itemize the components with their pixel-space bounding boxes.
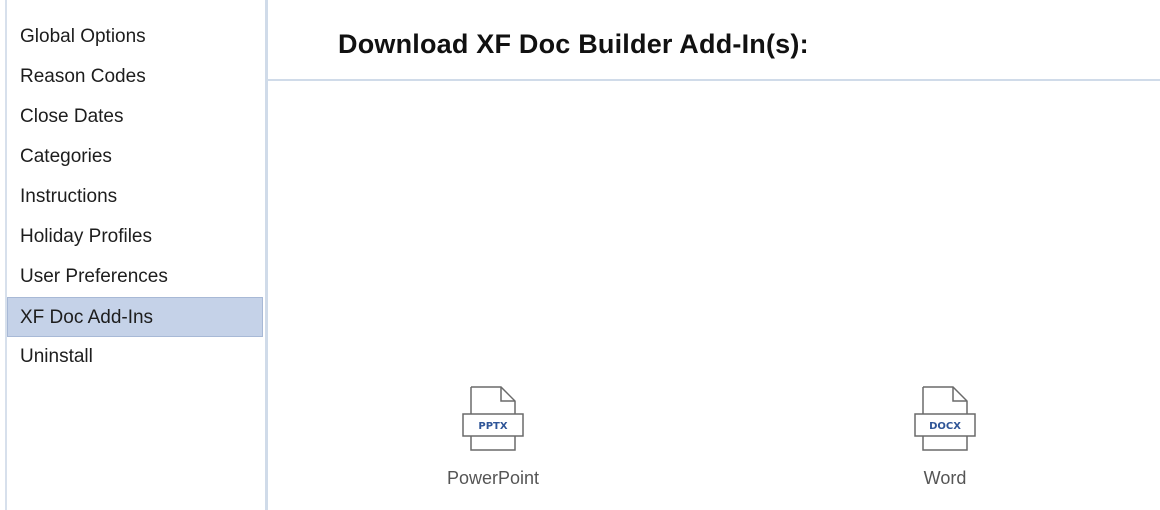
- sidebar-item-close-dates[interactable]: Close Dates: [7, 97, 263, 137]
- panel-divider: [265, 0, 268, 510]
- sidebar-item-user-preferences[interactable]: User Preferences: [7, 257, 263, 297]
- pptx-file-icon[interactable]: PPTX: [457, 384, 529, 456]
- sidebar-item-categories[interactable]: Categories: [7, 137, 263, 177]
- sidebar-item-reason-codes[interactable]: Reason Codes: [7, 57, 263, 97]
- docx-file-icon[interactable]: DOCX: [909, 384, 981, 456]
- header-divider: [268, 79, 1160, 81]
- settings-sidebar: Global Options Reason Codes Close Dates …: [7, 17, 263, 377]
- powerpoint-addin-download[interactable]: PPTX PowerPoint: [413, 384, 573, 489]
- page-title: Download XF Doc Builder Add-In(s):: [338, 29, 809, 59]
- pptx-badge: PPTX: [478, 421, 507, 432]
- sidebar-item-instructions[interactable]: Instructions: [7, 177, 263, 217]
- sidebar-item-xf-doc-add-ins[interactable]: XF Doc Add-Ins: [7, 297, 263, 337]
- sidebar-item-holiday-profiles[interactable]: Holiday Profiles: [7, 217, 263, 257]
- sidebar-item-uninstall[interactable]: Uninstall: [7, 337, 263, 377]
- word-label: Word: [923, 468, 967, 488]
- powerpoint-label: PowerPoint: [446, 468, 540, 488]
- sidebar-item-global-options[interactable]: Global Options: [7, 17, 263, 57]
- word-addin-download[interactable]: DOCX Word: [865, 384, 1025, 489]
- docx-badge: DOCX: [929, 421, 961, 432]
